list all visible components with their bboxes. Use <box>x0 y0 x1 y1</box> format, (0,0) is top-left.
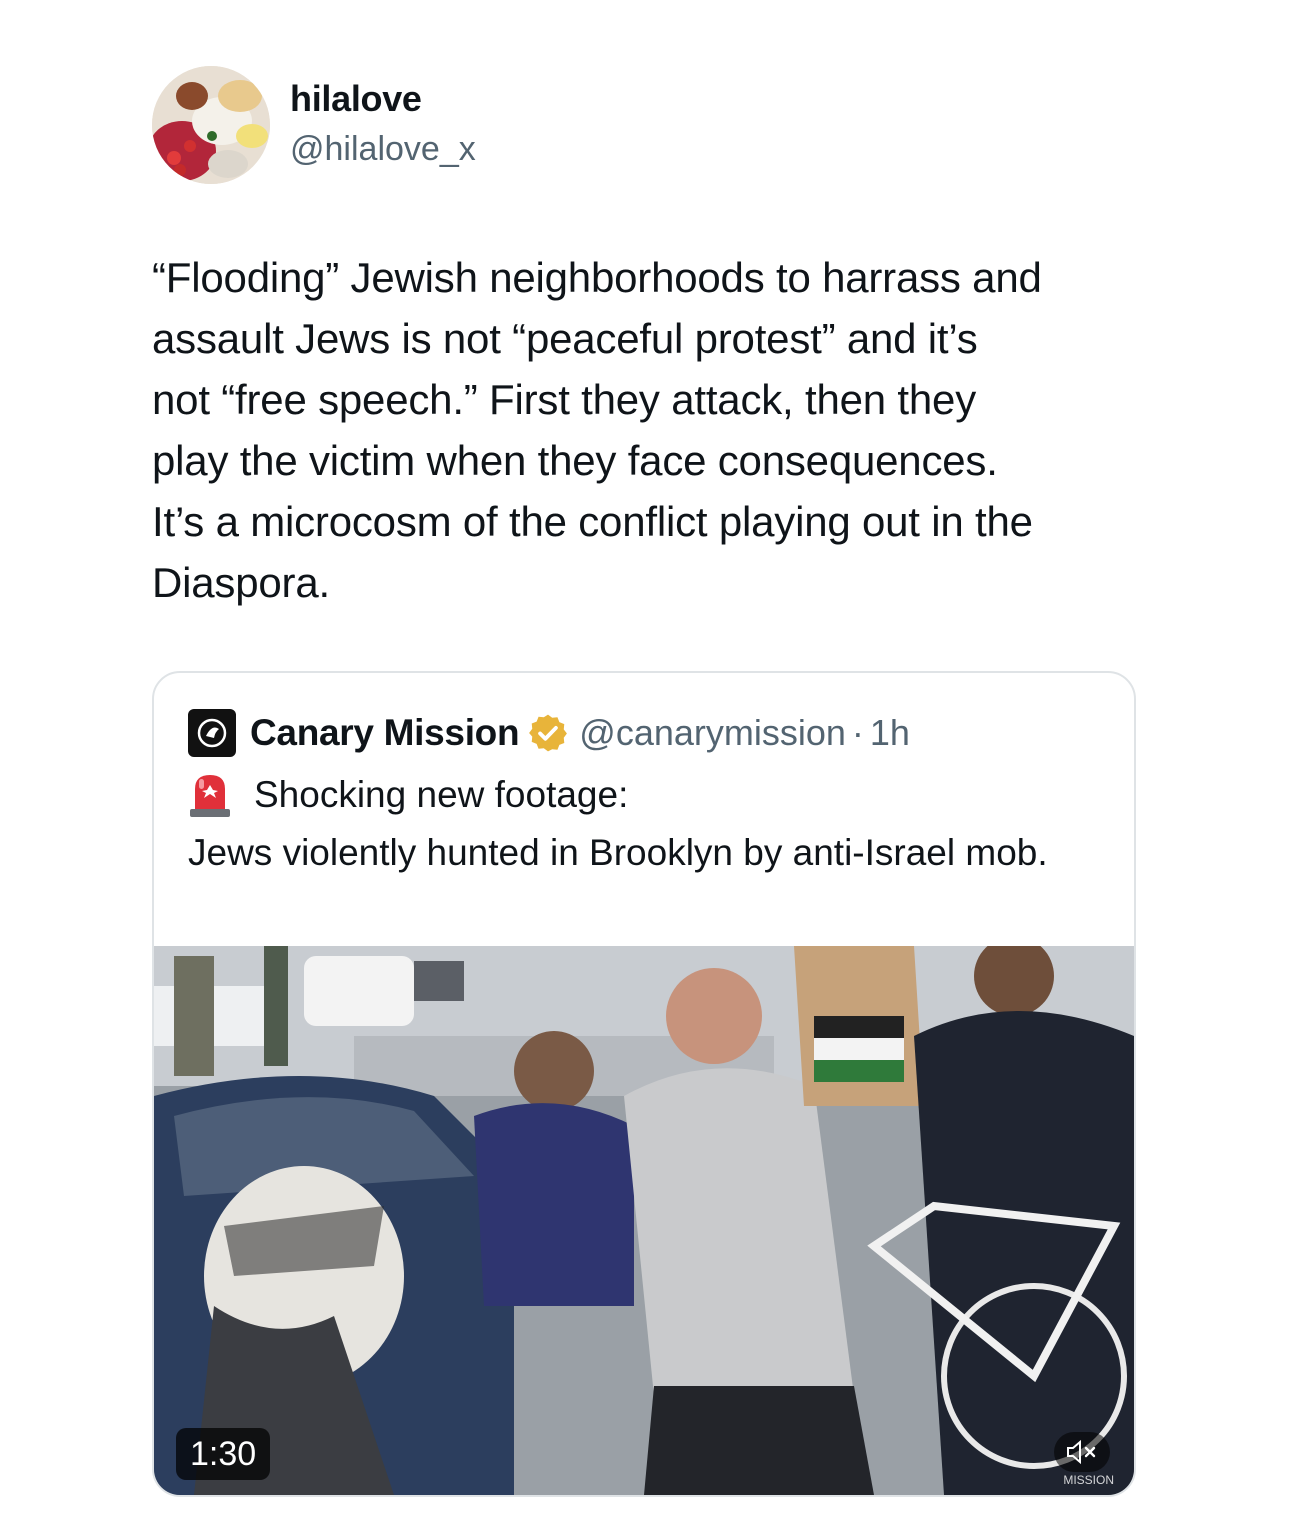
avatar-image <box>152 66 270 184</box>
quoted-display-name[interactable]: Canary Mission <box>250 712 520 754</box>
quoted-first-line-text: Shocking new footage: <box>254 774 629 815</box>
quoted-tweet-card[interactable]: Canary Mission @canarymission · 1h Shock… <box>152 671 1136 1497</box>
video-thumbnail: MISSION <box>154 946 1134 1495</box>
mute-toggle-button[interactable] <box>1054 1432 1110 1472</box>
author-handle[interactable]: @hilalove_x <box>290 130 476 169</box>
video-duration-badge: 1:30 <box>176 1428 271 1480</box>
canary-logo-icon <box>197 718 227 748</box>
author-display-name[interactable]: hilalove <box>290 78 422 120</box>
quoted-tweet-header: Canary Mission @canarymission · 1h <box>188 707 910 759</box>
svg-text:MISSION: MISSION <box>1063 1473 1114 1487</box>
author-avatar[interactable] <box>152 66 270 184</box>
video-player[interactable]: MISSION 1:30 <box>154 946 1134 1495</box>
quoted-handle[interactable]: @canarymission <box>579 712 846 754</box>
quoted-timestamp[interactable]: 1h <box>870 712 910 754</box>
verified-badge-icon <box>529 714 568 752</box>
separator-dot: · <box>851 712 864 753</box>
speaker-muted-icon <box>1067 1439 1096 1465</box>
canary-mission-avatar[interactable] <box>188 709 236 757</box>
quoted-tweet-text: Jews violently hunted in Brooklyn by ant… <box>188 832 1048 873</box>
siren-emoji-icon <box>190 775 230 817</box>
tweet-text: “Flooding” Jewish neighborhoods to harra… <box>152 254 1042 606</box>
quoted-first-line: Shocking new footage: <box>188 771 628 819</box>
